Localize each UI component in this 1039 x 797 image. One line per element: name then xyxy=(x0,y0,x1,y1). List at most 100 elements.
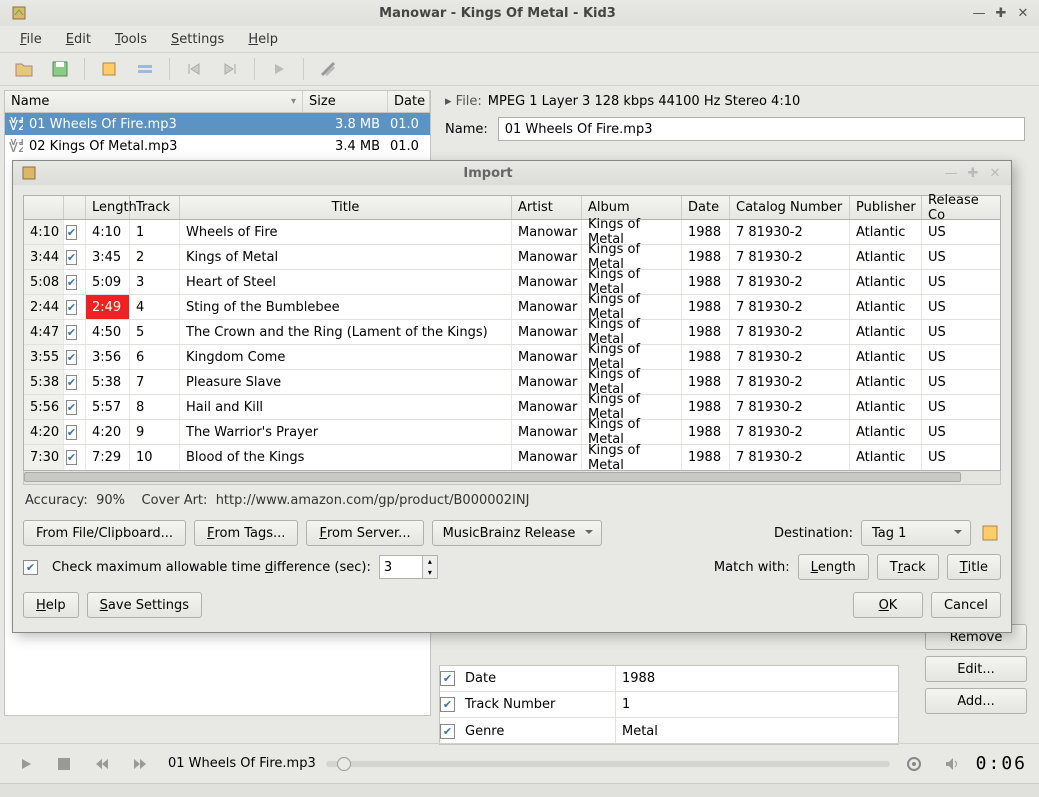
player-slider[interactable] xyxy=(326,761,890,767)
tag-table: Date1988Track Number1GenreMetal xyxy=(439,665,899,745)
import-row[interactable]: 4:10 4:10 1 Wheels of Fire Manowar Kings… xyxy=(24,220,1000,245)
import-minimize-icon[interactable]: — xyxy=(943,165,959,181)
player-volume-icon[interactable] xyxy=(938,751,966,777)
row-checkbox xyxy=(66,350,77,365)
player-track: 01 Wheels Of Fire.mp3 xyxy=(168,756,316,771)
tag-row[interactable]: Date1988 xyxy=(440,666,898,692)
rename-icon[interactable] xyxy=(131,56,159,82)
match-label: Match with: xyxy=(714,560,790,575)
save-settings-button[interactable]: Save Settings xyxy=(87,592,202,618)
destination-label: Destination: xyxy=(774,526,853,541)
hdr-length[interactable]: Length xyxy=(86,196,130,219)
menu-file[interactable]: File xyxy=(10,29,52,50)
edit-button[interactable]: Edit... xyxy=(925,656,1027,682)
hdr-track[interactable]: Track xyxy=(130,196,180,219)
file-row[interactable]: V1V201 Wheels Of Fire.mp33.8 MB01.0 xyxy=(5,113,430,135)
import-row[interactable]: 3:44 3:45 2 Kings of Metal Manowar Kings… xyxy=(24,245,1000,270)
open-icon[interactable] xyxy=(10,56,38,82)
hdr-publisher[interactable]: Publisher xyxy=(850,196,922,219)
tag-checkbox[interactable] xyxy=(440,724,455,739)
tag-value[interactable]: 1988 xyxy=(615,666,898,691)
player-loop-icon[interactable] xyxy=(900,751,928,777)
file-info-prefix[interactable]: ▸ File: xyxy=(445,94,482,109)
import-row[interactable]: 5:56 5:57 8 Hail and Kill Manowar Kings … xyxy=(24,395,1000,420)
revert-icon[interactable] xyxy=(95,56,123,82)
tag-row[interactable]: GenreMetal xyxy=(440,718,898,744)
import-row[interactable]: 7:30 7:29 10 Blood of the Kings Manowar … xyxy=(24,445,1000,470)
tag-value[interactable]: 1 xyxy=(615,692,898,717)
import-row[interactable]: 4:20 4:20 9 The Warrior's Prayer Manowar… xyxy=(24,420,1000,445)
destination-combo[interactable]: Tag 1 xyxy=(861,520,971,546)
import-row[interactable]: 4:47 4:50 5 The Crown and the Ring (Lame… xyxy=(24,320,1000,345)
import-hscroll[interactable] xyxy=(23,471,1001,485)
import-row[interactable]: 3:55 3:56 6 Kingdom Come Manowar Kings o… xyxy=(24,345,1000,370)
refresh-icon[interactable] xyxy=(979,522,1001,544)
check-time-checkbox[interactable] xyxy=(23,560,38,575)
col-name[interactable]: Name xyxy=(11,94,49,109)
match-length-button[interactable]: Length xyxy=(798,554,869,580)
hdr-catalog[interactable]: Catalog Number xyxy=(730,196,850,219)
match-title-button[interactable]: Title xyxy=(947,554,1001,580)
tag-checkbox[interactable] xyxy=(440,697,455,712)
menu-settings[interactable]: Settings xyxy=(161,29,234,50)
match-track-button[interactable]: Track xyxy=(877,554,939,580)
menu-tools[interactable]: Tools xyxy=(105,29,157,50)
help-button[interactable]: Help xyxy=(23,592,79,618)
import-row[interactable]: 5:38 5:38 7 Pleasure Slave Manowar Kings… xyxy=(24,370,1000,395)
prev-icon[interactable] xyxy=(180,56,208,82)
file-info-text: MPEG 1 Layer 3 128 kbps 44100 Hz Stereo … xyxy=(488,94,800,109)
import-row[interactable]: 2:44 2:49 4 Sting of the Bumblebee Manow… xyxy=(24,295,1000,320)
import-dialog-icon xyxy=(21,165,39,181)
player-bar: 01 Wheels Of Fire.mp3 0:06 xyxy=(0,743,1039,783)
menu-help[interactable]: Help xyxy=(238,29,288,50)
source-combo[interactable]: MusicBrainz Release xyxy=(432,520,602,546)
player-stop-icon[interactable] xyxy=(50,751,78,777)
tag-checkbox[interactable] xyxy=(440,671,455,686)
from-file-button[interactable]: From File/Clipboard... xyxy=(23,520,186,546)
time-diff-input[interactable] xyxy=(379,555,423,579)
tag-row[interactable]: Track Number1 xyxy=(440,692,898,718)
play-icon[interactable] xyxy=(265,56,293,82)
menu-edit[interactable]: Edit xyxy=(56,29,101,50)
hdr-title[interactable]: Title xyxy=(180,196,512,219)
settings-icon[interactable] xyxy=(314,56,342,82)
maximize-icon[interactable]: ✚ xyxy=(993,5,1009,21)
hdr-artist[interactable]: Artist xyxy=(512,196,582,219)
hdr-album[interactable]: Album xyxy=(582,196,682,219)
svg-text:V2: V2 xyxy=(9,119,23,131)
from-tags-button[interactable]: From Tags... xyxy=(194,520,298,546)
import-table[interactable]: Length Track Title Artist Album Date Cat… xyxy=(23,195,1001,471)
spin-down-icon[interactable]: ▾ xyxy=(423,567,437,578)
name-input[interactable] xyxy=(498,117,1025,141)
accuracy-value: 90% xyxy=(96,493,125,508)
row-checkbox xyxy=(66,450,77,465)
spin-up-icon[interactable]: ▴ xyxy=(423,556,437,567)
hdr-date[interactable]: Date xyxy=(682,196,730,219)
player-prev-icon[interactable] xyxy=(88,751,116,777)
minimize-icon[interactable]: — xyxy=(971,5,987,21)
window-titlebar: Manowar - Kings Of Metal - Kid3 — ✚ ✕ xyxy=(0,0,1039,26)
import-row[interactable]: 5:08 5:09 3 Heart of Steel Manowar Kings… xyxy=(24,270,1000,295)
save-icon[interactable] xyxy=(46,56,74,82)
tag-value[interactable]: Metal xyxy=(615,718,898,744)
time-diff-spinner[interactable]: ▴▾ xyxy=(379,555,438,579)
from-server-button[interactable]: From Server... xyxy=(306,520,423,546)
col-date[interactable]: Date xyxy=(394,94,425,109)
hdr-release[interactable]: Release Co xyxy=(922,196,1000,219)
statusbar xyxy=(0,783,1039,797)
ok-button[interactable]: OK xyxy=(853,592,923,618)
col-size[interactable]: Size xyxy=(309,94,336,109)
file-row[interactable]: V1V202 Kings Of Metal.mp33.4 MB01.0 xyxy=(5,135,430,157)
svg-text:V2: V2 xyxy=(9,141,23,153)
coverart-label: Cover Art: xyxy=(142,493,208,508)
player-next-icon[interactable] xyxy=(126,751,154,777)
next-icon[interactable] xyxy=(216,56,244,82)
import-close-icon[interactable]: ✕ xyxy=(987,165,1003,181)
import-maximize-icon[interactable]: ✚ xyxy=(965,165,981,181)
add-button[interactable]: Add... xyxy=(925,688,1027,714)
cancel-button[interactable]: Cancel xyxy=(931,592,1001,618)
player-play-icon[interactable] xyxy=(12,751,40,777)
row-checkbox xyxy=(66,400,77,415)
close-icon[interactable]: ✕ xyxy=(1015,5,1031,21)
row-checkbox xyxy=(66,325,77,340)
